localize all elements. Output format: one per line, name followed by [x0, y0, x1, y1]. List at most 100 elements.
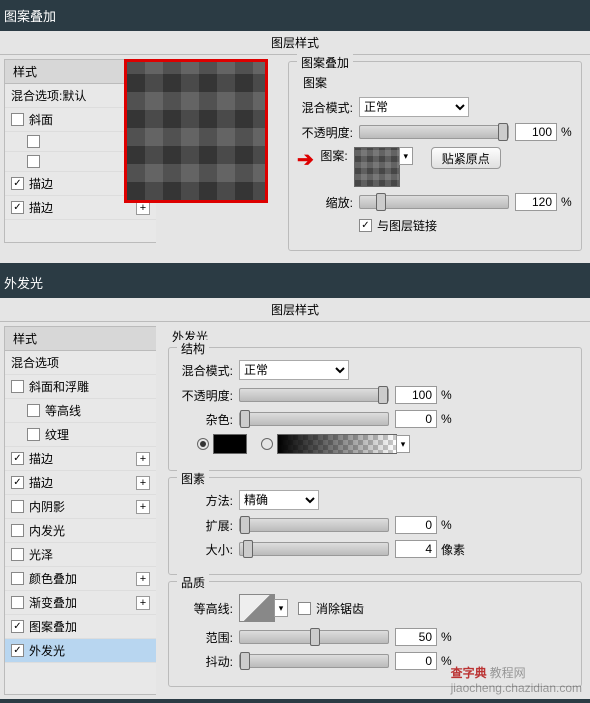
opacity-field[interactable] [515, 123, 557, 141]
gradient-dropdown-icon[interactable]: ▾ [396, 435, 410, 453]
spread-slider[interactable] [239, 518, 389, 532]
row-contour2[interactable]: 等高线 [5, 399, 156, 423]
add-stroke2-icon[interactable]: + [136, 476, 150, 490]
patternoverlay-checkbox[interactable] [11, 620, 24, 633]
contour-checkbox[interactable] [27, 135, 40, 148]
structure-title: 结构 [177, 340, 209, 357]
anti-alias-checkbox[interactable] [298, 602, 311, 615]
pattern-label: 图案: [314, 147, 348, 164]
row-stroke2b[interactable]: 描边+ [5, 471, 156, 495]
stroke1-checkbox[interactable] [11, 177, 24, 190]
row-satin[interactable]: 光泽 [5, 543, 156, 567]
bevel-label: 斜面 [29, 111, 53, 128]
gradientoverlay-checkbox[interactable] [11, 596, 24, 609]
row-innershadow[interactable]: 内阴影+ [5, 495, 156, 519]
row-innerglow[interactable]: 内发光 [5, 519, 156, 543]
blending-label: 混合选项:默认 [11, 87, 86, 104]
method-select[interactable]: 精确 [239, 490, 319, 510]
innershadow-checkbox[interactable] [11, 500, 24, 513]
scale-field[interactable] [515, 193, 557, 211]
jitter-field[interactable] [395, 652, 437, 670]
pattern-overlay-title: 图案叠加 [297, 54, 353, 71]
row-blending2[interactable]: 混合选项 [5, 351, 156, 375]
spread-label: 扩展: [177, 517, 233, 534]
outer-glow-title: 外发光 [172, 328, 582, 345]
pattern-dropdown-icon[interactable]: ▾ [399, 147, 413, 165]
stroke1b-checkbox[interactable] [11, 452, 24, 465]
pattern-overlay-group: 图案叠加 图案 混合模式: 正常 不透明度: % ➔ 图案: ▾ [288, 61, 582, 251]
glow-gradient-swatch[interactable] [277, 434, 397, 454]
q-contour-label: 等高线: [177, 600, 233, 617]
stroke2-checkbox[interactable] [11, 201, 24, 214]
outerglow-checkbox[interactable] [11, 644, 24, 657]
row-texture2[interactable]: 纹理 [5, 423, 156, 447]
contour-dropdown-icon[interactable]: ▾ [274, 599, 288, 617]
row-coloroverlay[interactable]: 颜色叠加+ [5, 567, 156, 591]
spread-field[interactable] [395, 516, 437, 534]
og-opacity-field[interactable] [395, 386, 437, 404]
dialog-title: 图层样式 [0, 31, 590, 55]
stroke2b-checkbox[interactable] [11, 476, 24, 489]
jitter-label: 抖动: [177, 653, 233, 670]
innerglow-checkbox[interactable] [11, 524, 24, 537]
pattern-preview [124, 59, 268, 203]
og-noise-slider[interactable] [239, 412, 389, 426]
color-radio[interactable] [197, 438, 209, 450]
scale-label: 缩放: [297, 194, 353, 211]
og-opacity-slider[interactable] [239, 388, 389, 402]
row-stroke1b[interactable]: 描边+ [5, 447, 156, 471]
og-blendmode-select[interactable]: 正常 [239, 360, 349, 380]
pct-unit2: % [561, 195, 572, 209]
pattern-overlay-settings: 图案叠加 图案 混合模式: 正常 不透明度: % ➔ 图案: ▾ [280, 55, 590, 263]
structure-group: 结构 混合模式: 正常 不透明度: % 杂色: % [168, 347, 582, 471]
range-slider[interactable] [239, 630, 389, 644]
dialog-title-2: 图层样式 [0, 298, 590, 322]
add-coloroverlay-icon[interactable]: + [136, 572, 150, 586]
quality-title: 品质 [177, 574, 209, 591]
row-gradientoverlay[interactable]: 渐变叠加+ [5, 591, 156, 615]
range-label: 范围: [177, 629, 233, 646]
watermark: 查字典 教程网 jiaocheng.chazidian.com [451, 664, 582, 695]
pattern-swatch[interactable] [354, 147, 400, 187]
blend-mode-label: 混合模式: [297, 99, 353, 116]
contour-thumbnail[interactable] [239, 594, 275, 622]
og-noise-field[interactable] [395, 410, 437, 428]
add-stroke1-icon[interactable]: + [136, 452, 150, 466]
outer-glow-settings: 外发光 结构 混合模式: 正常 不透明度: % 杂色: [160, 322, 590, 699]
satin-checkbox[interactable] [11, 548, 24, 561]
add-innershadow-icon[interactable]: + [136, 500, 150, 514]
gradient-radio[interactable] [261, 438, 273, 450]
styles-header-2[interactable]: 样式 [5, 327, 156, 351]
size-slider[interactable] [239, 542, 389, 556]
texture2-checkbox[interactable] [27, 428, 40, 441]
layer-style-panel-1: 图层样式 样式 混合选项:默认 斜面 描边 [0, 31, 590, 263]
bevel-checkbox[interactable] [11, 113, 24, 126]
opacity-slider[interactable] [359, 125, 509, 139]
size-label: 大小: [177, 541, 233, 558]
layer-style-panel-2: 图层样式 样式 混合选项 斜面和浮雕 等高线 纹理 描边+ 描边+ 内阴影+ 内… [0, 298, 590, 699]
row-outerglow[interactable]: 外发光 [5, 639, 156, 663]
size-field[interactable] [395, 540, 437, 558]
texture-checkbox[interactable] [27, 155, 40, 168]
jitter-slider[interactable] [239, 654, 389, 668]
stroke2-label: 描边 [29, 199, 53, 216]
method-label: 方法: [177, 492, 233, 509]
opacity-label: 不透明度: [297, 124, 353, 141]
contour2-checkbox[interactable] [27, 404, 40, 417]
og-blendmode-label: 混合模式: [177, 362, 233, 379]
link-layer-checkbox[interactable] [359, 219, 372, 232]
row-patternoverlay[interactable]: 图案叠加 [5, 615, 156, 639]
row-bevel2[interactable]: 斜面和浮雕 [5, 375, 156, 399]
blend-mode-select[interactable]: 正常 [359, 97, 469, 117]
coloroverlay-checkbox[interactable] [11, 572, 24, 585]
glow-color-swatch[interactable] [213, 434, 247, 454]
stroke1-label: 描边 [29, 175, 53, 192]
snap-origin-button[interactable]: 贴紧原点 [431, 147, 501, 169]
pattern-subgroup-label: 图案 [303, 74, 573, 91]
range-field[interactable] [395, 628, 437, 646]
elements-group: 图素 方法: 精确 扩展: % 大小: 像素 [168, 477, 582, 575]
add-gradientoverlay-icon[interactable]: + [136, 596, 150, 610]
pct-unit: % [561, 125, 572, 139]
bevel2-checkbox[interactable] [11, 380, 24, 393]
scale-slider[interactable] [359, 195, 509, 209]
